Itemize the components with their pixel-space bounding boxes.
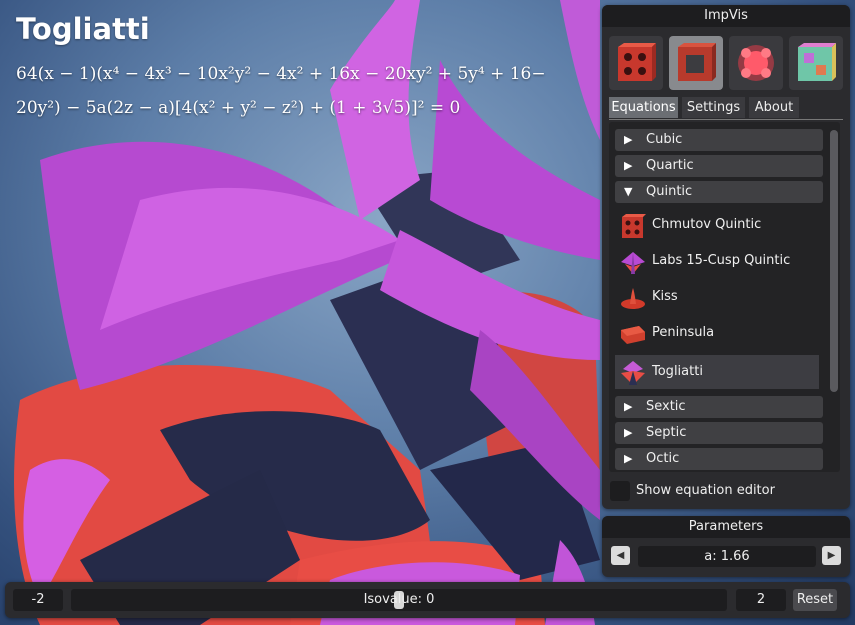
category-septic[interactable]: ▶ Septic bbox=[615, 422, 823, 444]
thumbnail-cube-wireframe-red[interactable] bbox=[609, 36, 663, 90]
category-octic[interactable]: ▶ Octic bbox=[615, 448, 823, 470]
equation-line-2: 20y²) − 5a(2z − a)[4(x² + y² − z²) + (1 … bbox=[16, 98, 461, 118]
equation-editor-checkbox[interactable] bbox=[610, 481, 630, 501]
parameters-panel: Parameters ◀ a: 1.66 ▶ bbox=[602, 516, 850, 577]
isovalue-max[interactable]: 2 bbox=[736, 589, 786, 611]
list-item-togliatti[interactable]: Togliatti bbox=[615, 355, 819, 389]
list-item-chmutov-quintic[interactable]: Chmutov Quintic bbox=[615, 208, 819, 242]
triangle-right-icon: ▶ bbox=[827, 550, 836, 561]
cube-wireframe-dark-icon bbox=[678, 43, 716, 81]
list-item-peninsula[interactable]: Peninsula bbox=[615, 316, 819, 350]
list-item-label: Togliatti bbox=[652, 364, 703, 379]
list-item-labs-15-cusp-quintic[interactable]: Labs 15-Cusp Quintic bbox=[615, 244, 819, 278]
reset-button[interactable]: Reset bbox=[793, 589, 837, 611]
peninsula-icon bbox=[621, 326, 645, 344]
isovalue-min[interactable]: -2 bbox=[13, 589, 63, 611]
tab-equations[interactable]: Equations bbox=[609, 97, 678, 118]
category-label: Quintic bbox=[646, 184, 693, 199]
triangle-right-icon: ▶ bbox=[624, 426, 633, 439]
panel-title: ImpVis bbox=[602, 5, 850, 27]
isovalue-slider[interactable]: Isovalue: 0 bbox=[71, 589, 727, 611]
togliatti-icon bbox=[621, 361, 645, 385]
labs-icon bbox=[621, 252, 645, 274]
category-quintic[interactable]: ▼ Quintic bbox=[615, 181, 823, 203]
triangle-right-icon: ▶ bbox=[624, 159, 633, 172]
category-sextic[interactable]: ▶ Sextic bbox=[615, 396, 823, 418]
list-item-kiss[interactable]: Kiss bbox=[615, 280, 819, 314]
surface-title: Togliatti bbox=[16, 12, 150, 46]
equation-editor-label: Show equation editor bbox=[636, 483, 775, 498]
thumbnail-cube-wireframe-dark[interactable] bbox=[669, 36, 723, 90]
param-next-button[interactable]: ▶ bbox=[822, 546, 841, 565]
thumbnail-glow-blob-red[interactable] bbox=[729, 36, 783, 90]
isovalue-bar: -2 Isovalue: 0 2 Reset bbox=[5, 582, 850, 618]
triangle-right-icon: ▶ bbox=[624, 452, 633, 465]
triangle-right-icon: ▶ bbox=[624, 400, 633, 413]
category-cubic[interactable]: ▶ Cubic bbox=[615, 129, 823, 151]
cube-wireframe-red-icon bbox=[618, 43, 656, 81]
list-item-label: Chmutov Quintic bbox=[652, 217, 762, 232]
tab-settings[interactable]: Settings bbox=[682, 97, 745, 118]
category-label: Octic bbox=[646, 451, 680, 466]
triangle-right-icon: ▶ bbox=[624, 133, 633, 146]
glow-blob-red-icon bbox=[738, 45, 774, 81]
category-label: Sextic bbox=[646, 399, 686, 414]
thumbnail-cube-rainbow[interactable] bbox=[789, 36, 843, 90]
category-label: Septic bbox=[646, 425, 687, 440]
param-prev-button[interactable]: ◀ bbox=[611, 546, 630, 565]
triangle-down-icon: ▼ bbox=[624, 185, 633, 198]
category-label: Cubic bbox=[646, 132, 683, 147]
chmutov-icon bbox=[622, 214, 646, 238]
cube-rainbow-icon bbox=[798, 43, 836, 81]
kiss-icon bbox=[621, 288, 645, 309]
list-item-label: Labs 15-Cusp Quintic bbox=[652, 253, 791, 268]
category-label: Quartic bbox=[646, 158, 694, 173]
equation-list: ▶ Cubic ▶ Quartic ▼ Quintic Chmutov Quin… bbox=[609, 122, 840, 472]
tab-about[interactable]: About bbox=[749, 97, 799, 118]
list-scrollbar[interactable] bbox=[830, 130, 838, 392]
category-quartic[interactable]: ▶ Quartic bbox=[615, 155, 823, 177]
param-value[interactable]: a: 1.66 bbox=[638, 546, 816, 567]
isovalue-label: Isovalue: 0 bbox=[363, 592, 435, 607]
list-item-label: Peninsula bbox=[652, 325, 715, 340]
tab-divider bbox=[609, 119, 843, 120]
list-item-label: Kiss bbox=[652, 289, 678, 304]
impvis-panel: ImpVis Equations Settings About ▶ Cubic … bbox=[602, 5, 850, 509]
equation-line-1: 64(x − 1)(x⁴ − 4x³ − 10x²y² − 4x² + 16x … bbox=[16, 64, 546, 84]
parameters-title: Parameters bbox=[602, 516, 850, 538]
triangle-left-icon: ◀ bbox=[616, 550, 625, 561]
